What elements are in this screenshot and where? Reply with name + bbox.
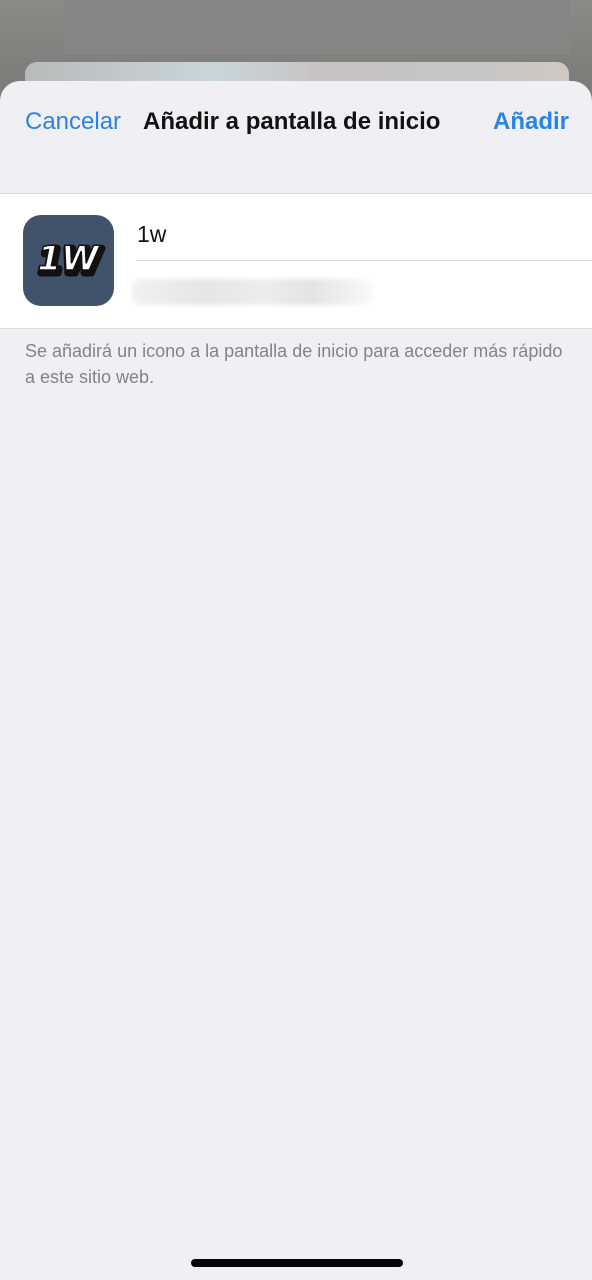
add-to-home-screen-sheet: Cancelar Añadir a pantalla de inicio Aña… xyxy=(0,81,592,1280)
footnote-text: Se añadirá un icono a la pantalla de ini… xyxy=(25,341,563,387)
svg-text:1W: 1W xyxy=(37,239,100,279)
shortcut-details-group: 1W 1W xyxy=(0,193,592,329)
cancel-button[interactable]: Cancelar xyxy=(25,108,121,136)
url-text-blurred xyxy=(132,279,372,305)
app-logo-icon: 1W 1W xyxy=(36,238,106,285)
home-indicator[interactable] xyxy=(191,1259,403,1267)
page-title: Añadir a pantalla de inicio xyxy=(143,108,441,135)
app-icon: 1W 1W xyxy=(23,215,114,306)
shortcut-name-input[interactable] xyxy=(137,212,577,256)
background-card xyxy=(64,0,570,56)
field-divider xyxy=(136,260,592,261)
add-button[interactable]: Añadir xyxy=(493,108,569,136)
navigation-bar: Cancelar Añadir a pantalla de inicio Aña… xyxy=(0,81,592,167)
